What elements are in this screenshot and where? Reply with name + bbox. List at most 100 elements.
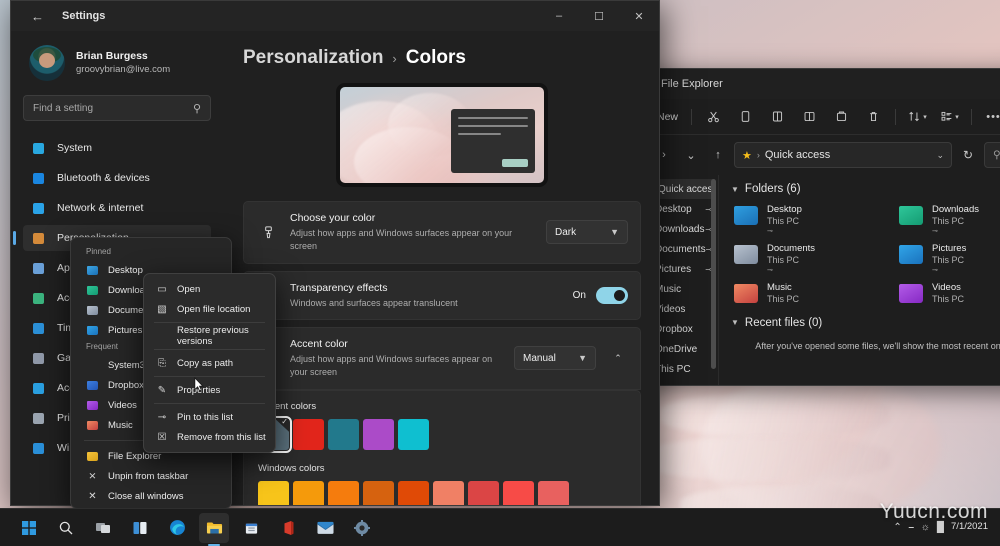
recent-color-swatch[interactable] [363,419,394,450]
maximize-button[interactable]: ☐ [579,1,619,31]
context-menu-item[interactable]: ☒Remove from this list [148,427,271,447]
jumplist-item-label: Music [108,420,133,431]
recent-locations-button[interactable]: ⌄ [680,144,702,166]
edge-button[interactable] [162,513,192,543]
context-menu-item[interactable]: ▭Open [148,279,271,299]
choose-your-color-dropdown[interactable]: Dark ▼ [546,220,628,244]
chevron-down-icon[interactable]: ⌄ [936,150,944,161]
explorer-search-input[interactable]: ⚲ Search Quick access [984,142,1000,168]
widgets-button[interactable] [125,513,155,543]
windows-color-swatch[interactable] [538,481,569,505]
delete-icon[interactable] [859,104,888,130]
windows-color-swatch[interactable] [258,481,289,505]
row-subtitle: Windows and surfaces appear translucent [290,297,561,311]
folder-item[interactable]: PicturesThis PC⊸ [896,241,1000,277]
toggle-knob [614,290,625,301]
file-explorer-window[interactable]: File Explorer – New [646,68,1000,386]
rename-icon[interactable] [795,104,824,130]
folder-item[interactable]: DesktopThis PC⊸ [731,202,890,238]
documents-folder-icon [734,243,760,265]
toggle-state-label: On [573,290,586,301]
windows-color-swatch[interactable] [363,481,394,505]
folder-item[interactable]: VideosThis PC [896,280,1000,307]
minimize-button[interactable]: – [539,1,579,31]
windows-color-swatch[interactable] [433,481,464,505]
folder-location: This PC [767,255,815,266]
explorer-nav-label: This PC [655,364,691,375]
close-button[interactable]: ✕ [619,1,659,31]
recent-color-swatch[interactable] [328,419,359,450]
search-input[interactable]: Find a setting ⚲ [23,95,211,121]
search-button[interactable] [51,513,81,543]
user-profile[interactable]: Brian Burgess groovybrian@live.com [23,39,211,95]
folder-item[interactable]: DownloadsThis PC⊸ [896,202,1000,238]
jumplist-action-item[interactable]: ⨯Unpin from taskbar [76,466,226,486]
task-view-button[interactable] [88,513,118,543]
context-menu-item[interactable]: ▧Open file location [148,299,271,319]
copy-icon[interactable] [731,104,760,130]
mail-button[interactable] [310,513,340,543]
accent-color-row[interactable]: Accent color Adjust how apps and Windows… [243,327,641,390]
explorer-body: Quick accessDesktop⊸Downloads⊸Documents⊸… [647,175,1000,385]
breadcrumb-separator: › [757,150,760,160]
taskbar: ⌃ ⎯ ☼ █ 7/1/2021 [0,508,1000,546]
more-options-button[interactable]: ••• [979,104,1000,130]
view-icon[interactable]: ▾ [935,104,964,130]
sidebar-item-network-internet[interactable]: Network & internet [23,195,211,221]
windows-color-swatch[interactable] [398,481,429,505]
transparency-effects-row[interactable]: A○○ Transparency effects Windows and sur… [243,271,641,320]
recent-files-group-header[interactable]: ▼ Recent files (0) [731,317,1000,329]
settings-titlebar[interactable]: ← Settings – ☐ ✕ [11,1,659,31]
sidebar-item-system[interactable]: System [23,135,211,161]
context-menu-item[interactable]: ⎘Copy as path [148,353,271,373]
recent-color-swatch[interactable] [293,419,324,450]
start-button[interactable] [14,513,44,543]
recent-color-swatch[interactable] [398,419,429,450]
dropbox-icon [86,379,99,392]
breadcrumb-parent[interactable]: Personalization [243,47,383,69]
close-icon: ✕ [86,490,99,503]
toolbar-divider-2 [895,109,896,125]
sidebar-item-bluetooth-devices[interactable]: Bluetooth & devices [23,165,211,191]
context-menu[interactable]: ▭Open▧Open file location Restore previous… [143,273,276,453]
transparency-toggle-wrap: On [573,287,628,304]
office-button[interactable] [273,513,303,543]
folder-name: Documents [767,243,815,255]
breadcrumb-bar[interactable]: ★ › Quick access ⌄ [734,142,952,168]
sort-icon[interactable]: ▾ [903,104,932,130]
choose-your-color-row[interactable]: Choose your color Adjust how apps and Wi… [243,201,641,264]
windows-color-swatch[interactable] [503,481,534,505]
settings-button[interactable] [347,513,377,543]
context-menu-label: Pin to this list [177,412,233,423]
context-menu-item[interactable]: ⊸Pin to this list [148,407,271,427]
copy-icon: ⎘ [156,357,168,369]
context-menu-divider [154,376,265,377]
explorer-titlebar[interactable]: File Explorer [647,69,1000,99]
accent-expander-button[interactable]: ⌃ [608,353,628,364]
windows-color-swatch[interactable] [328,481,359,505]
folder-item[interactable]: DocumentsThis PC⊸ [731,241,890,277]
folder-item[interactable]: MusicThis PC [731,280,890,307]
file-explorer-button[interactable] [199,513,229,543]
chevron-down-icon: ▼ [731,318,739,327]
accent-color-dropdown[interactable]: Manual ▼ [514,346,596,370]
chevron-down-icon: ▼ [610,227,619,237]
cut-icon[interactable] [699,104,728,130]
paste-icon[interactable] [763,104,792,130]
context-menu-item[interactable]: Restore previous versions [148,326,271,346]
edge-icon [169,519,186,536]
recent-colors-row [258,419,628,450]
context-menu-item[interactable]: ✎Properties [148,380,271,400]
transparency-toggle[interactable] [596,287,628,304]
up-button[interactable]: ↑ [707,144,729,166]
refresh-icon[interactable]: ↻ [957,144,979,166]
explorer-nav-scrollbar[interactable] [711,179,716,369]
store-button[interactable] [236,513,266,543]
documents-folder-icon [86,304,99,317]
share-icon[interactable] [827,104,856,130]
folders-group-header[interactable]: ▼ Folders (6) [731,183,1000,195]
windows-color-swatch[interactable] [293,481,324,505]
back-arrow-icon[interactable]: ← [31,9,44,24]
jumplist-action-item[interactable]: ✕Close all windows [76,486,226,506]
windows-color-swatch[interactable] [468,481,499,505]
